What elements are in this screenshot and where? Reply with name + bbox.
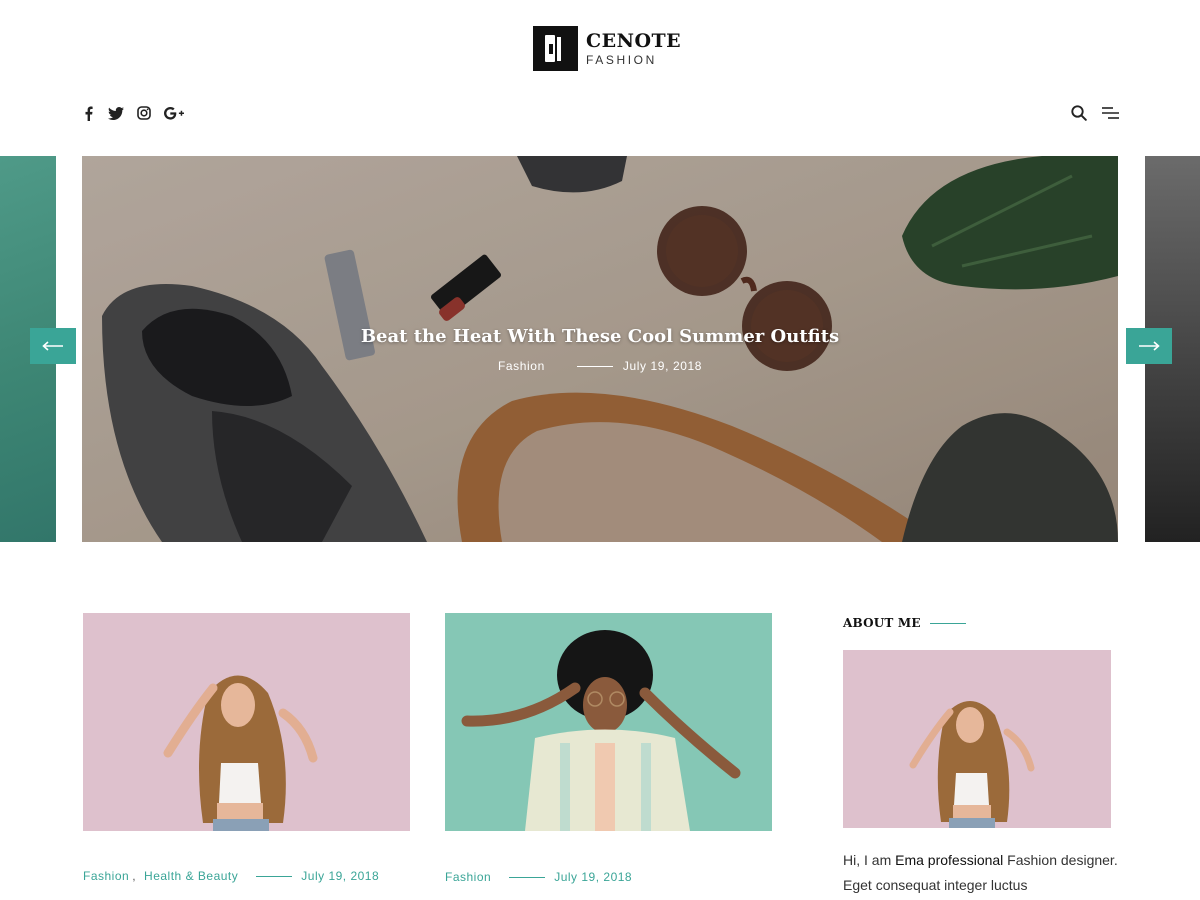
header-tools [1070, 103, 1120, 123]
social-links [80, 104, 184, 122]
facebook-icon[interactable] [80, 104, 96, 122]
post-meta: Fashion , Health & Beauty July 19, 2018 [83, 869, 379, 883]
post-meta: Fashion July 19, 2018 [445, 870, 632, 884]
post-card [83, 613, 410, 831]
logo-title: CENOTE [586, 29, 682, 52]
post-date[interactable]: July 19, 2018 [301, 869, 379, 883]
instagram-icon[interactable] [136, 104, 152, 122]
menu-icon[interactable] [1100, 103, 1120, 123]
slide-meta: Fashion July 19, 2018 [82, 359, 1118, 373]
slide-date[interactable]: July 19, 2018 [623, 359, 702, 373]
post-category-link[interactable]: Fashion [83, 869, 129, 883]
about-me-title: ABOUT ME [843, 616, 921, 630]
post-category-link[interactable]: Health & Beauty [144, 869, 238, 883]
logo-text: CENOTE FASHION [586, 29, 682, 67]
post-category-link[interactable]: Fashion [445, 870, 491, 884]
slide-caption: Beat the Heat With These Cool Summer Out… [82, 326, 1118, 373]
post-card [445, 613, 772, 831]
post-thumbnail[interactable] [445, 613, 772, 831]
about-text-part: Hi, I am [843, 852, 896, 868]
search-icon[interactable] [1070, 103, 1088, 123]
arrow-left-icon [42, 341, 63, 351]
about-me-text: Hi, I am Ema professional Fashion design… [843, 848, 1123, 898]
google-plus-icon[interactable] [164, 104, 184, 122]
post-date[interactable]: July 19, 2018 [554, 870, 632, 884]
slider-next-button[interactable] [1126, 328, 1172, 364]
about-me-image [843, 650, 1111, 828]
site-logo[interactable]: CENOTE FASHION [533, 26, 681, 71]
slider-prev-button[interactable] [30, 328, 76, 364]
slider-featured-slide[interactable]: Beat the Heat With These Cool Summer Out… [82, 156, 1118, 542]
logo-mark-icon [533, 26, 578, 71]
meta-divider [256, 875, 293, 877]
title-divider [929, 622, 966, 624]
meta-divider [509, 876, 546, 878]
category-separator: , [132, 869, 137, 883]
about-me-widget-header: ABOUT ME [843, 616, 966, 630]
about-text-highlight: Ema professional [895, 852, 1004, 868]
slide-category-link[interactable]: Fashion [498, 359, 545, 373]
slide-title[interactable]: Beat the Heat With These Cool Summer Out… [82, 326, 1118, 347]
arrow-right-icon [1139, 341, 1160, 351]
post-thumbnail[interactable] [83, 613, 410, 831]
logo-subtitle: FASHION [586, 52, 657, 67]
meta-divider [576, 365, 613, 367]
twitter-icon[interactable] [108, 104, 124, 122]
